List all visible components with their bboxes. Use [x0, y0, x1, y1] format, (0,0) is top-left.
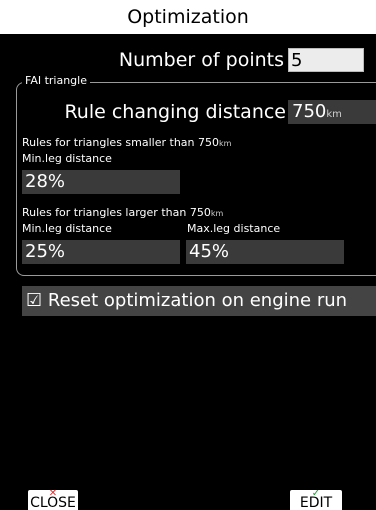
larger-min-leg-label: Min.leg distance — [22, 222, 112, 235]
number-of-points-input[interactable]: 5 — [288, 48, 364, 72]
larger-min-leg-input[interactable]: 25% — [22, 240, 180, 264]
rule-changing-distance-label: Rule changing distance — [64, 101, 286, 123]
smaller-min-leg-input[interactable]: 28% — [22, 170, 180, 194]
smaller-min-leg-label: Min.leg distance — [22, 152, 112, 165]
rule-changing-distance-unit: km — [326, 109, 342, 120]
number-of-points-row: Number of points 5 — [0, 46, 376, 74]
close-icon: ✕ — [48, 490, 58, 499]
edit-button[interactable]: ✓ EDIT — [290, 490, 342, 510]
rule-changing-distance-value: 750 — [292, 101, 327, 122]
rule-changing-distance-input[interactable]: 750km — [288, 100, 376, 124]
smaller-triangles-heading-unit: km — [219, 139, 232, 148]
smaller-triangles-heading: Rules for triangles smaller than 750km — [22, 136, 231, 150]
number-of-points-label: Number of points — [118, 49, 284, 71]
reset-optimization-checkbox[interactable]: ☑ — [26, 290, 42, 311]
larger-max-leg-input[interactable]: 45% — [186, 240, 344, 264]
larger-triangles-heading-unit: km — [210, 209, 224, 218]
reset-optimization-checkbox-row[interactable]: ☑ Reset optimization on engine run — [22, 286, 376, 316]
window-title: Optimization — [0, 0, 376, 34]
larger-triangles-heading: Rules for triangles larger than 750km — [22, 206, 223, 220]
check-icon: ✓ — [311, 490, 321, 499]
larger-max-leg-label: Max.leg distance — [187, 222, 281, 235]
close-button[interactable]: ✕ CLOSE — [28, 490, 78, 510]
rule-changing-distance-row: Rule changing distance 750km — [0, 98, 376, 126]
reset-optimization-label: Reset optimization on engine run — [47, 290, 348, 311]
larger-triangles-heading-text: Rules for triangles larger than 750 — [22, 206, 211, 219]
fai-triangle-legend: FAI triangle — [22, 74, 90, 88]
smaller-triangles-heading-text: Rules for triangles smaller than 750 — [22, 136, 220, 149]
